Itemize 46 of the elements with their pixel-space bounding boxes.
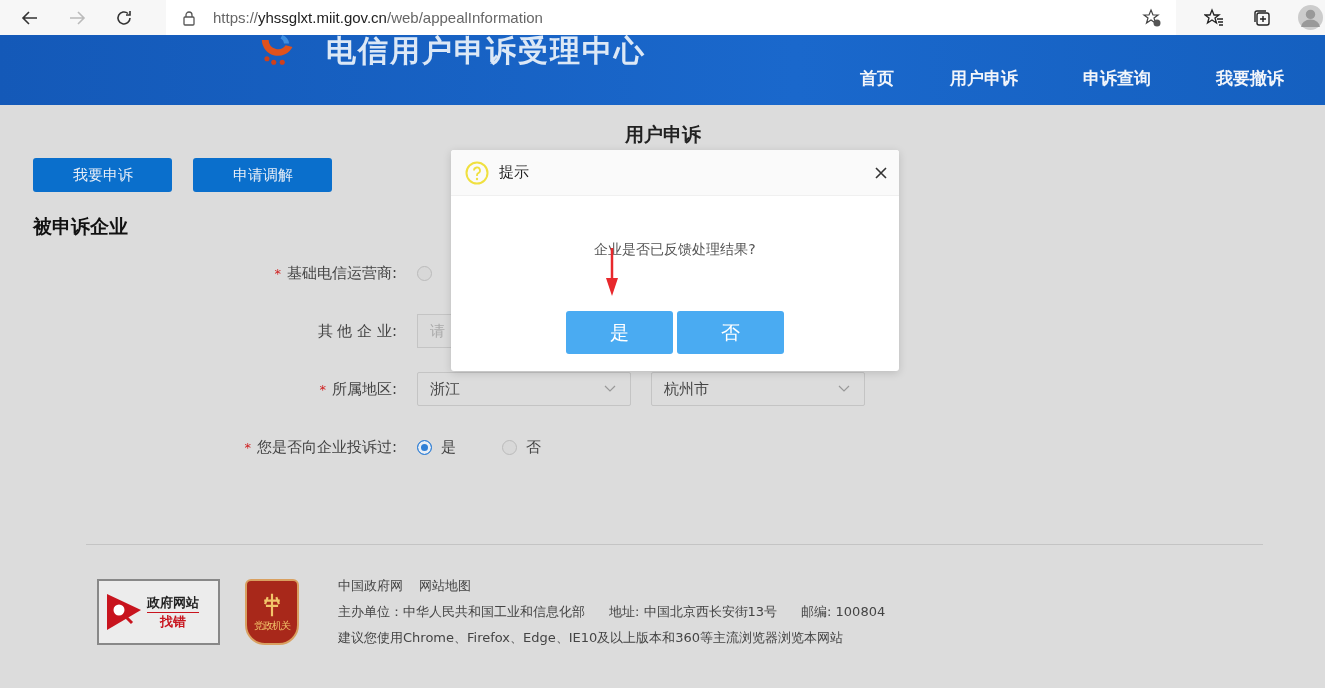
footer-info: 地址: 中国北京西长安街13号	[609, 603, 778, 621]
field-label: 基础电信运营商:	[286, 263, 397, 283]
field-label: 其 他 企 业:	[317, 321, 397, 341]
url-text: https://yhssglxt.miit.gov.cn/web/appealInformation	[213, 9, 543, 26]
close-icon[interactable]	[875, 166, 887, 179]
badge-text: 找错	[160, 612, 186, 631]
chevron-down-icon	[604, 385, 616, 393]
address-bar[interactable]: https://yhssglxt.miit.gov.cn/web/appealInformation	[166, 0, 1176, 35]
nav-link[interactable]: 用户申诉	[950, 67, 1018, 90]
page-title: 用户申诉	[623, 122, 702, 147]
nav-link[interactable]: 首页	[860, 67, 894, 90]
dialog-title: 提示	[499, 163, 529, 182]
required-mark: *	[274, 265, 281, 281]
action-button[interactable]: 申请调解	[193, 158, 332, 192]
profile-avatar[interactable]	[1298, 5, 1323, 30]
field-label: 您是否向企业投诉过:	[256, 437, 397, 457]
radio-button[interactable]	[502, 439, 517, 455]
emblem-text: 党政机关	[254, 619, 290, 633]
radio-label: 是	[441, 437, 456, 457]
question-icon	[465, 160, 489, 185]
party-emblem[interactable]: 党政机关	[245, 579, 299, 645]
nav-link[interactable]: 申诉查询	[1083, 67, 1151, 90]
field-label: 所属地区:	[331, 379, 397, 399]
favorites-icon[interactable]	[1204, 7, 1224, 28]
action-button[interactable]: 我要申诉	[33, 158, 172, 192]
badge-text: 政府网站	[147, 593, 199, 613]
chevron-down-icon	[838, 385, 850, 393]
browser-note: 建议您使用Chrome、Firefox、Edge、IE10及以上版本和360等主流浏览器浏览本网站	[338, 629, 844, 647]
nav-link[interactable]: 我要撤诉	[1216, 67, 1284, 90]
required-mark: *	[319, 381, 326, 397]
required-mark: *	[244, 439, 251, 455]
footer-link[interactable]: 网站地图	[419, 577, 471, 595]
lock-icon	[182, 9, 196, 26]
radio-label: 否	[526, 437, 541, 457]
radio-button[interactable]	[417, 265, 432, 281]
radio-button[interactable]	[417, 439, 432, 455]
section-title: 被申诉企业	[31, 214, 129, 239]
footer-link[interactable]: 中国政府网	[338, 577, 403, 595]
select-field[interactable]: 杭州市	[651, 372, 865, 406]
gov-site-badge[interactable]: 政府网站 找错	[97, 579, 220, 645]
site-title: 电信用户申诉受理中心	[326, 32, 646, 70]
collections-icon[interactable]	[1252, 7, 1272, 28]
select-field[interactable]: 浙江	[417, 372, 631, 406]
footer-info: 主办单位：中华人民共和国工业和信息化部	[338, 603, 585, 621]
footer-info: 邮编: 100804	[801, 603, 886, 621]
add-favorite-icon[interactable]	[1142, 7, 1162, 28]
